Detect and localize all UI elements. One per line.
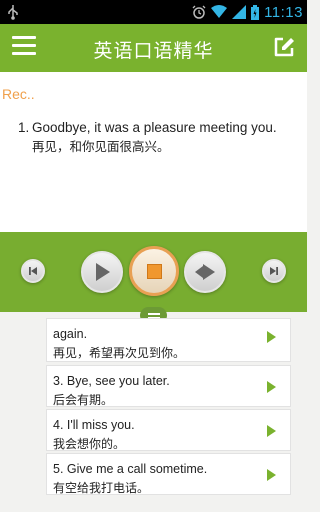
app-header: 英语口语精华 [0, 24, 307, 72]
play-icon[interactable] [267, 331, 276, 343]
play-icon[interactable] [267, 469, 276, 481]
list-item-english: 3. Bye, see you later. [53, 374, 170, 388]
sentence-chinese: 再见，和你见面很高兴。 [32, 139, 170, 154]
skip-previous-icon [29, 267, 37, 275]
list-item-english: again. [53, 327, 88, 341]
list-item-chinese: 再见，希望再次见到你。 [53, 346, 186, 360]
status-bar: 11:13 [0, 0, 307, 24]
fast-forward-button[interactable] [184, 251, 226, 293]
stop-icon [146, 263, 162, 279]
skip-previous-button[interactable] [21, 259, 45, 283]
list-item-chinese: 后会有期。 [53, 393, 114, 407]
battery-icon [251, 4, 260, 20]
current-sentence: 1. Goodbye, it was a pleasure meeting you… [18, 118, 303, 156]
list-item-english: 5. Give me a call sometime. [53, 462, 208, 476]
list-item-chinese: 我会想你的。 [53, 437, 126, 451]
signal-icon [232, 5, 247, 19]
alarm-icon [192, 5, 206, 19]
edit-icon[interactable] [273, 36, 295, 58]
list-item[interactable]: 4. I'll miss you. 我会想你的。 [46, 409, 291, 451]
list-item[interactable]: 3. Bye, see you later. 后会有期。 [46, 365, 291, 407]
status-time: 11:13 [264, 3, 303, 21]
fast-forward-icon [195, 264, 215, 280]
play-icon [96, 263, 110, 281]
wifi-icon [211, 5, 228, 18]
play-icon[interactable] [267, 381, 276, 393]
player-bar [0, 232, 307, 312]
sentence-number: 1. [18, 120, 30, 135]
skip-next-icon [270, 267, 278, 275]
play-button[interactable] [81, 251, 123, 293]
sentence-english: Goodbye, it was a pleasure meeting you. [32, 120, 277, 135]
usb-icon [8, 5, 18, 20]
list-item-english: 4. I'll miss you. [53, 418, 135, 432]
recording-label: Rec.. [2, 86, 35, 102]
list-item[interactable]: 5. Give me a call sometime. 有空给我打电话。 [46, 453, 291, 495]
skip-next-button[interactable] [262, 259, 286, 283]
page-title: 英语口语精华 [93, 40, 214, 62]
stop-button[interactable] [129, 246, 179, 296]
play-icon[interactable] [267, 425, 276, 437]
list-item-chinese: 有空给我打电话。 [53, 481, 150, 495]
list-item[interactable]: again. 再见，希望再次见到你。 [46, 318, 291, 362]
current-sentence-panel: Rec.. 1. Goodbye, it was a pleasure meeti… [0, 72, 307, 232]
